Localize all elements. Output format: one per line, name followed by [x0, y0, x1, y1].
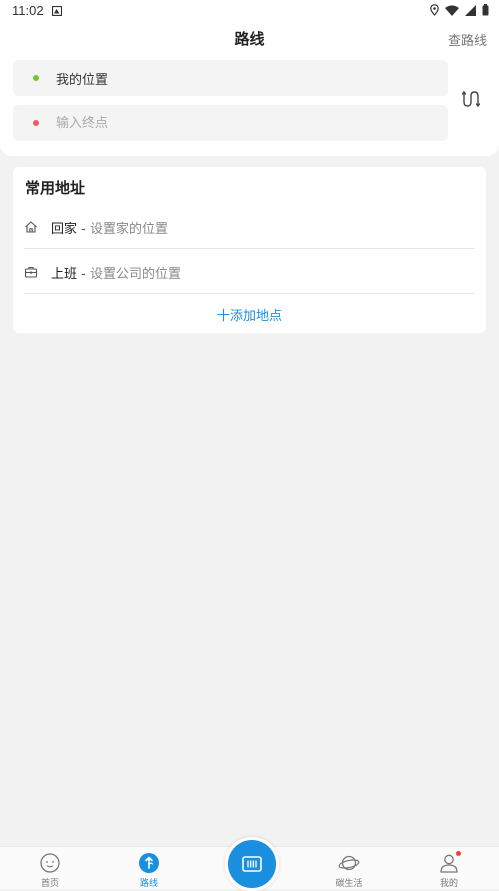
add-place-button[interactable]: 十添加地点: [13, 305, 486, 324]
notification-badge: [456, 851, 461, 856]
address-home-separator: -: [77, 222, 90, 237]
common-addresses-title: 常用地址: [25, 179, 86, 197]
destination-field[interactable]: [13, 105, 448, 141]
query-route-button[interactable]: 查路线: [448, 30, 487, 49]
address-row-work[interactable]: 上班 - 设置公司的位置: [24, 249, 475, 294]
scan-card-icon: [242, 856, 262, 872]
address-work-name: 上班: [51, 267, 78, 282]
address-home-text: 回家 - 设置家的位置: [51, 218, 168, 237]
tab-mine[interactable]: 我的: [419, 847, 479, 889]
status-time: 11:02: [12, 3, 44, 18]
cell-signal-icon: [465, 4, 476, 16]
home-icon: [24, 219, 38, 233]
address-work-text: 上班 - 设置公司的位置: [51, 263, 181, 282]
route-header-card: 路线 查路线 我的位置: [0, 22, 499, 156]
tab-home[interactable]: 首页: [20, 847, 80, 889]
tab-mine-label: 我的: [439, 879, 458, 889]
center-scan-button[interactable]: [225, 837, 279, 891]
briefcase-icon: [24, 264, 38, 278]
tab-home-label: 首页: [40, 879, 59, 889]
tab-carbon-life-label: 碳生活: [335, 879, 363, 889]
origin-value: 我的位置: [56, 73, 109, 88]
route-swap-icon[interactable]: [460, 88, 482, 110]
address-work-separator: -: [77, 267, 90, 282]
destination-input[interactable]: [56, 111, 426, 135]
smile-face-icon: [39, 852, 61, 874]
origin-field[interactable]: 我的位置: [13, 60, 448, 96]
address-row-home[interactable]: 回家 - 设置家的位置: [24, 204, 475, 249]
tab-carbon-life[interactable]: 碳生活: [319, 847, 379, 889]
address-home-name: 回家: [51, 222, 78, 237]
wifi-icon: [445, 5, 459, 16]
address-work-hint: 设置公司的位置: [89, 267, 181, 282]
location-icon: [430, 4, 439, 16]
route-arrow-icon: [138, 852, 160, 874]
battery-icon: [482, 4, 489, 16]
origin-dot-icon: [33, 75, 39, 81]
tab-route[interactable]: 路线: [119, 847, 179, 889]
system-icons: [430, 4, 489, 16]
common-addresses-card: 常用地址 回家 - 设置家的位置 上班 - 设置公司的位置 十添加地点: [13, 167, 486, 333]
address-home-hint: 设置家的位置: [89, 222, 168, 237]
destination-dot-icon: [33, 120, 39, 126]
status-bar: 11:02: [0, 0, 499, 22]
tab-route-label: 路线: [139, 879, 158, 889]
notification-icon: [51, 5, 63, 19]
page-title: 路线: [234, 30, 265, 48]
planet-icon: [338, 852, 360, 874]
